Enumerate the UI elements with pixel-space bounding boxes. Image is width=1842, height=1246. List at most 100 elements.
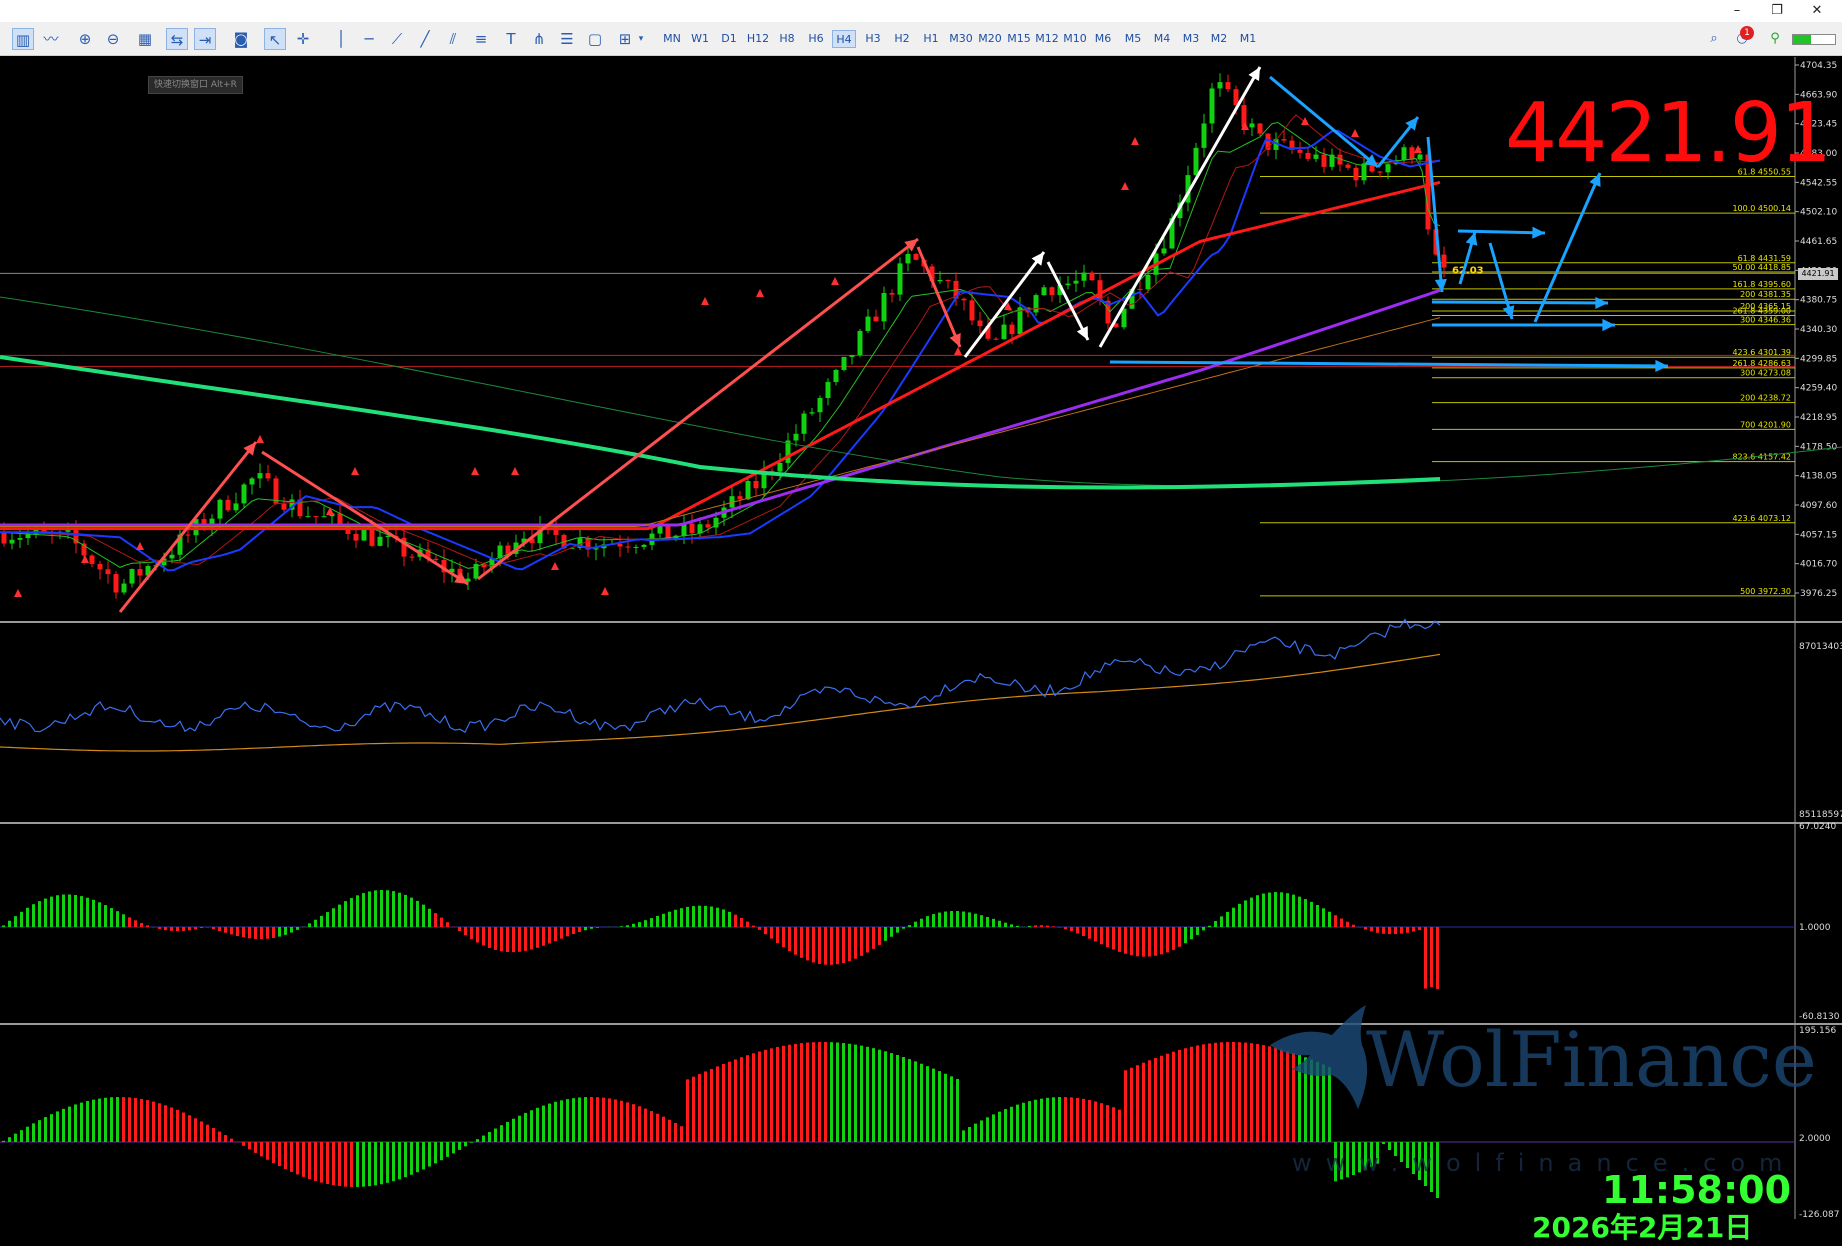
candle-body	[810, 412, 815, 413]
arrow-right-cyan-head	[1595, 297, 1608, 309]
macd-histogram-bar	[1268, 893, 1271, 927]
macd-histogram-bar	[1070, 927, 1073, 931]
more-objects-icon[interactable]: ⊞	[614, 28, 636, 50]
macd-histogram-bar	[680, 908, 683, 927]
timeframe-m10[interactable]: M10	[1061, 30, 1089, 48]
pitchfork-icon[interactable]: ⋔	[528, 28, 550, 50]
timeframe-h4[interactable]: H4	[832, 30, 856, 48]
timeframe-m20[interactable]: M20	[976, 30, 1004, 48]
fan-icon[interactable]: ☰	[556, 28, 578, 50]
chevron-down-icon[interactable]: ▾	[636, 28, 646, 50]
candle-body	[1210, 88, 1215, 123]
timeframe-h12[interactable]: H12	[745, 30, 771, 48]
macd2-histogram-bar	[674, 1123, 677, 1142]
candle-body	[26, 534, 31, 538]
timeframe-m5[interactable]: M5	[1121, 30, 1145, 48]
macd-histogram-bar	[404, 895, 407, 927]
horizontal-line-icon[interactable]: ─	[358, 28, 380, 50]
macd2-histogram-bar	[86, 1101, 89, 1142]
fibonacci-icon[interactable]: ≡	[470, 28, 492, 50]
macd2-histogram-bar	[722, 1064, 725, 1142]
macd-histogram-bar	[938, 913, 941, 927]
zoom-out-icon[interactable]: ⊖	[102, 28, 124, 50]
price-axis-label: 4097.60	[1800, 501, 1837, 511]
macd2-histogram-bar	[326, 1142, 329, 1184]
minimize-button[interactable]: –	[1720, 1, 1754, 21]
timeframe-m4[interactable]: M4	[1150, 30, 1174, 48]
channel-icon[interactable]: ⫽	[442, 28, 464, 50]
macd2-histogram-bar	[596, 1097, 599, 1142]
candle-body	[434, 559, 439, 560]
macd-histogram-bar	[146, 925, 149, 927]
macd2-histogram-bar	[332, 1142, 335, 1185]
macd-histogram-bar	[374, 890, 377, 927]
macd-histogram-bar	[878, 927, 881, 945]
price-axis-label: 4461.65	[1800, 237, 1837, 247]
macd2-histogram-bar	[554, 1102, 557, 1142]
search-icon[interactable]: ⌕	[1703, 28, 1725, 50]
timeframe-h1[interactable]: H1	[919, 30, 943, 48]
ray-icon[interactable]: ╱	[414, 28, 436, 50]
screenshot-icon[interactable]: ◙	[230, 28, 252, 50]
macd2-histogram-bar	[1256, 1044, 1259, 1142]
timeframe-m12[interactable]: M12	[1033, 30, 1061, 48]
restore-button[interactable]: ❐	[1760, 1, 1794, 21]
vertical-line-icon[interactable]: │	[330, 28, 352, 50]
timeframe-m2[interactable]: M2	[1207, 30, 1231, 48]
timeframe-w1[interactable]: W1	[688, 30, 712, 48]
macd-histogram-bar	[1040, 925, 1043, 927]
macd2-histogram-bar	[608, 1098, 611, 1142]
timeframe-m1[interactable]: M1	[1236, 30, 1260, 48]
macd2-histogram-bar	[122, 1097, 125, 1142]
macd-histogram-bar	[260, 927, 263, 939]
macd2-histogram-bar	[110, 1097, 113, 1142]
fib-level-label: 200 4238.72	[1740, 394, 1791, 403]
timeframe-d1[interactable]: D1	[717, 30, 741, 48]
grid-icon[interactable]: ▦	[134, 28, 156, 50]
macd2-histogram-bar	[614, 1099, 617, 1142]
macd2-histogram-bar	[164, 1105, 167, 1142]
current-price-tag: 4421.91	[1798, 268, 1838, 280]
timeframe-m6[interactable]: M6	[1091, 30, 1115, 48]
macd-histogram-bar	[284, 927, 287, 935]
candlestick-icon[interactable]: ▥	[12, 28, 34, 50]
candle-body	[850, 355, 855, 357]
macd2-histogram-bar	[206, 1125, 209, 1142]
macd-histogram-bar	[974, 914, 977, 927]
macd-histogram-bar	[470, 927, 473, 939]
timeframe-m3[interactable]: M3	[1179, 30, 1203, 48]
zoom-in-icon[interactable]: ⊕	[74, 28, 96, 50]
cursor-icon[interactable]: ↖	[264, 28, 286, 50]
macd-histogram-bar	[122, 914, 125, 927]
close-button[interactable]: ✕	[1800, 1, 1834, 21]
macd-histogram-bar	[830, 927, 833, 965]
macd2-histogram-bar	[158, 1103, 161, 1142]
macd2-histogram-bar	[104, 1098, 107, 1142]
autoscroll-icon[interactable]: ⇆	[166, 28, 188, 50]
crosshair-icon[interactable]: ✛	[292, 28, 314, 50]
text-icon[interactable]: T	[500, 28, 522, 50]
macd2-histogram-bar	[542, 1106, 545, 1142]
timeframe-h8[interactable]: H8	[775, 30, 799, 48]
candle-body	[1346, 165, 1351, 168]
macd2-histogram-bar	[230, 1139, 233, 1142]
macd2-histogram-bar	[800, 1043, 803, 1142]
macd-histogram-bar	[752, 926, 755, 927]
chart-shift-icon[interactable]: ⇥	[194, 28, 216, 50]
timeframe-h3[interactable]: H3	[861, 30, 885, 48]
trendline-icon[interactable]: ⟋	[386, 28, 408, 50]
timeframe-mn[interactable]: MN	[660, 30, 684, 48]
macd-histogram-bar	[1142, 927, 1145, 957]
shapes-icon[interactable]: ▢	[584, 28, 606, 50]
macd-histogram-bar	[1184, 927, 1187, 943]
timeframe-h2[interactable]: H2	[890, 30, 914, 48]
candle-body	[378, 537, 383, 546]
timeframe-h6[interactable]: H6	[804, 30, 828, 48]
macd-histogram-bar	[1058, 927, 1061, 928]
timeframe-m15[interactable]: M15	[1005, 30, 1033, 48]
candle-body	[698, 524, 703, 533]
macd2-histogram-bar	[866, 1047, 869, 1142]
line-chart-icon[interactable]: 〰	[40, 28, 62, 50]
timeframe-m30[interactable]: M30	[947, 30, 975, 48]
macd2-histogram-bar	[728, 1062, 731, 1142]
